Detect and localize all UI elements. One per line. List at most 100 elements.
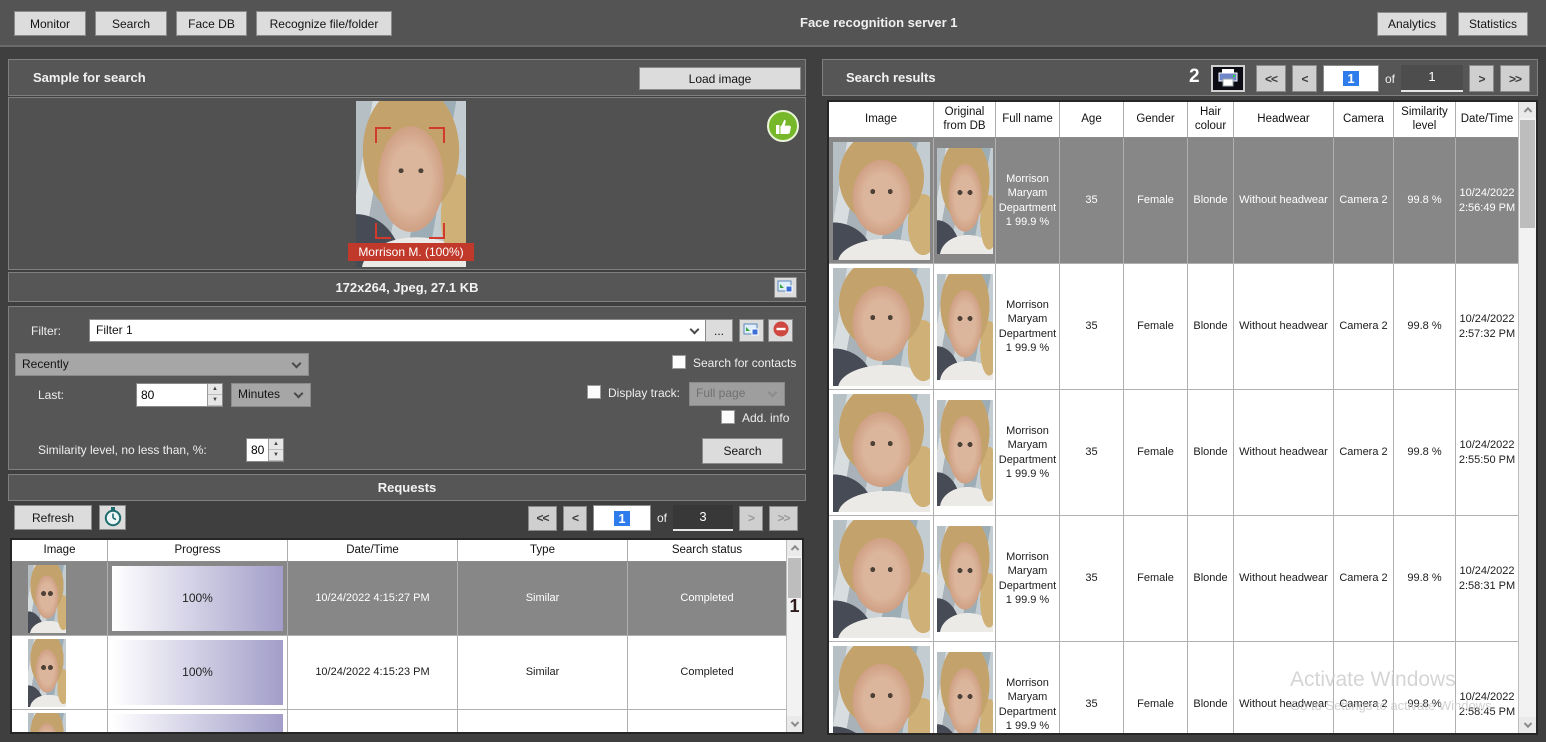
auto-refresh-timer-icon[interactable] [99,505,126,530]
print-icon[interactable] [1211,65,1245,92]
first-page-button[interactable]: << [528,505,557,531]
column-header[interactable]: Camera [1334,102,1394,137]
results-scrollbar[interactable] [1518,102,1536,733]
request-row[interactable]: 100% 10/24/2022 4:15:23 PM Similar Compl… [12,636,786,710]
result-gender: Female [1124,264,1188,389]
column-header[interactable]: Age [1060,102,1124,137]
chevron-down-icon [689,324,700,335]
prev-page-button[interactable]: < [1292,65,1317,92]
column-header[interactable]: Date/Time [288,540,458,561]
search-for-contacts-label: Search for contacts [693,356,797,370]
delete-filter-icon[interactable] [768,319,793,342]
next-page-button[interactable]: > [739,505,764,531]
spin-up-icon[interactable]: ▲ [208,384,222,395]
similarity-level-label: Similarity level, no less than, %: [38,443,207,457]
current-page-input[interactable]: 1 [593,505,651,531]
result-hair-colour: Blonde [1188,390,1234,515]
result-age: 35 [1060,138,1124,263]
monitor-button[interactable]: Monitor [14,11,86,36]
result-similarity: 99.8 % [1394,516,1456,641]
column-header[interactable]: Gender [1124,102,1188,137]
request-type: Similar [458,562,628,635]
request-datetime: 10/24/2022 4:15:23 PM [288,636,458,709]
result-hair-colour: Blonde [1188,516,1234,641]
scroll-down-icon[interactable] [787,716,802,732]
column-header[interactable]: Progress [108,540,288,561]
result-row[interactable]: Morrison Maryam Department 1 99.9 % 35 F… [829,390,1518,516]
prev-page-button[interactable]: < [563,505,587,531]
column-header[interactable]: Headwear [1234,102,1334,137]
save-filter-icon[interactable] [739,319,764,342]
column-header[interactable]: Search status [628,540,786,561]
spin-down-icon[interactable]: ▼ [269,450,283,461]
column-header[interactable]: Hair colour [1188,102,1234,137]
first-page-button[interactable]: << [1256,65,1286,92]
request-type: Similar [458,636,628,709]
column-header[interactable]: Image [829,102,934,137]
last-page-button[interactable]: >> [769,505,799,531]
recognize-file-folder-button[interactable]: Recognize file/folder [256,11,392,36]
requests-scrollbar[interactable]: 1 [786,540,802,732]
last-page-button[interactable]: >> [1500,65,1531,92]
result-gender: Female [1124,390,1188,515]
result-hair-colour: Blonde [1188,138,1234,263]
request-thumbnail [28,638,66,707]
chevron-down-icon [293,388,304,399]
similarity-input[interactable] [247,439,267,461]
filter-combobox[interactable]: Filter 1 [89,319,707,342]
scroll-up-icon[interactable] [1519,102,1536,118]
last-value-spinner[interactable]: ▲▼ [136,383,223,407]
result-full-name: Morrison Maryam Department 1 99.9 % [996,138,1060,263]
request-status [628,710,786,732]
current-page-input[interactable]: 1 [1323,65,1379,92]
sample-image-area: Morrison M. (100%) [8,97,806,270]
spin-up-icon[interactable]: ▲ [269,439,283,450]
request-row[interactable] [12,710,786,732]
spin-down-icon[interactable]: ▼ [208,395,222,406]
column-header[interactable]: Date/Time [1456,102,1518,137]
result-row[interactable]: Morrison Maryam Department 1 99.9 % 35 F… [829,642,1518,733]
total-pages-field[interactable]: 1 [1401,65,1464,92]
column-header[interactable]: Type [458,540,628,561]
top-toolbar: Monitor Search Face DB Recognize file/fo… [0,0,1546,47]
period-combobox[interactable]: Recently [15,353,309,376]
next-page-button[interactable]: > [1469,65,1495,92]
add-info-checkbox[interactable] [721,410,735,424]
results-count: 2 [1189,66,1200,87]
result-row[interactable]: Morrison Maryam Department 1 99.9 % 35 F… [829,516,1518,642]
result-row[interactable]: Morrison Maryam Department 1 99.9 % 35 F… [829,138,1518,264]
add-info-label: Add. info [742,411,790,425]
refresh-button[interactable]: Refresh [14,505,92,530]
scrollbar-thumb[interactable] [1520,120,1535,228]
search-button[interactable]: Search [702,438,783,464]
result-similarity: 99.8 % [1394,390,1456,515]
scrollbar-thumb[interactable] [788,558,801,598]
result-row[interactable]: Morrison Maryam Department 1 99.9 % 35 F… [829,264,1518,390]
result-camera: Camera 2 [1334,516,1394,641]
last-value-input[interactable] [137,384,206,406]
load-image-button[interactable]: Load image [639,67,801,90]
request-type [458,710,628,732]
similarity-spinner[interactable]: ▲▼ [246,438,284,462]
filter-more-button[interactable]: ... [705,319,733,342]
column-header[interactable]: Original from DB [934,102,996,137]
search-tab-button[interactable]: Search [95,11,167,36]
search-for-contacts-checkbox[interactable] [672,355,686,369]
analytics-button[interactable]: Analytics [1377,12,1447,36]
face-db-button[interactable]: Face DB [176,11,247,36]
time-unit-combobox[interactable]: Minutes [231,383,311,407]
statistics-button[interactable]: Statistics [1458,12,1528,36]
results-pager: << < 1 of 1 > >> [1256,65,1531,92]
result-datetime: 10/24/2022 2:58:45 PM [1458,691,1516,718]
search-results-table: Image Original from DB Full name Age Gen… [827,100,1538,735]
copy-image-icon[interactable] [774,277,797,298]
scroll-up-icon[interactable] [787,540,802,556]
scroll-down-icon[interactable] [1519,717,1536,733]
progress-bar: 100% [112,640,283,705]
column-header[interactable]: Similarity level [1394,102,1456,137]
column-header[interactable]: Full name [996,102,1060,137]
column-header[interactable]: Image [12,540,108,561]
total-pages-field[interactable]: 3 [673,505,734,531]
display-track-checkbox[interactable] [587,385,601,399]
request-row[interactable]: 100% 10/24/2022 4:15:27 PM Similar Compl… [12,562,786,636]
